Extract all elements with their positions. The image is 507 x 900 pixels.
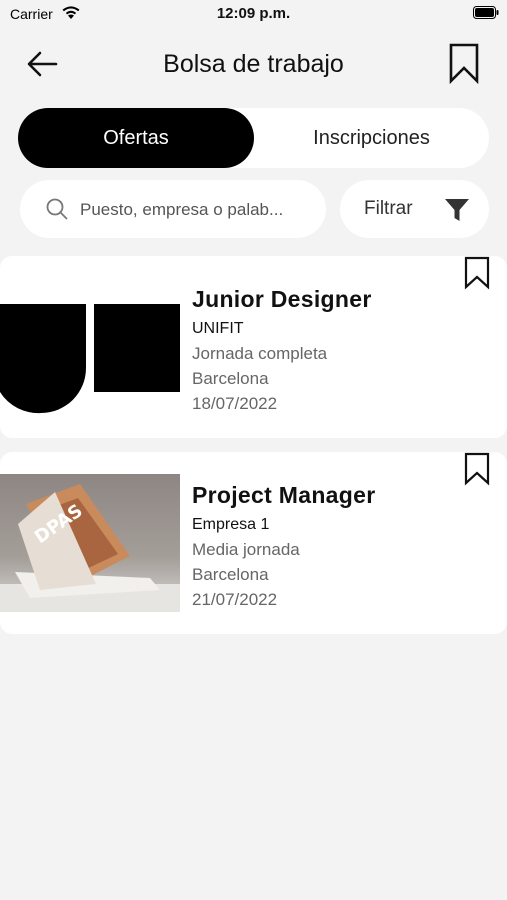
status-bar: Carrier 12:09 p.m. bbox=[0, 0, 507, 28]
nav-bar: Bolsa de trabajo bbox=[0, 36, 507, 92]
job-company: Empresa 1 bbox=[192, 516, 270, 533]
job-location: Barcelona bbox=[192, 369, 269, 388]
job-date: 21/07/2022 bbox=[192, 590, 278, 609]
job-date: 18/07/2022 bbox=[192, 394, 278, 413]
tab-ofertas[interactable]: Ofertas bbox=[18, 108, 254, 168]
job-card[interactable]: Junior Designer UNIFIT Jornada completa … bbox=[0, 256, 507, 438]
job-title: Project Manager bbox=[192, 482, 376, 508]
tab-inscripciones[interactable]: Inscripciones bbox=[254, 108, 489, 168]
search-icon bbox=[46, 198, 68, 220]
job-company: UNIFIT bbox=[192, 320, 244, 337]
search-input[interactable] bbox=[78, 195, 318, 225]
job-details: Junior Designer UNIFIT Jornada completa … bbox=[192, 286, 372, 416]
job-schedule: Media jornada bbox=[192, 540, 300, 559]
funnel-icon bbox=[445, 199, 469, 221]
bookmark-icon[interactable] bbox=[447, 42, 481, 84]
segmented-tabs: Ofertas Inscripciones bbox=[18, 108, 489, 168]
filter-button[interactable]: Filtrar bbox=[340, 180, 489, 238]
unifit-logo-image bbox=[0, 280, 180, 418]
search-bar bbox=[20, 180, 326, 238]
page-title: Bolsa de trabajo bbox=[163, 50, 344, 78]
job-details: Project Manager Empresa 1 Media jornada … bbox=[192, 482, 375, 612]
magazine-photo-image: DPAS bbox=[0, 474, 180, 612]
status-time: 12:09 p.m. bbox=[216, 5, 291, 22]
job-card[interactable]: DPAS Project Manager Empresa 1 Media jor… bbox=[0, 452, 507, 634]
job-schedule: Jornada completa bbox=[192, 344, 328, 363]
filter-label: Filtrar bbox=[364, 198, 413, 219]
battery-icon bbox=[473, 6, 499, 19]
job-title: Junior Designer bbox=[192, 286, 372, 312]
bookmark-icon[interactable] bbox=[463, 256, 491, 290]
job-location: Barcelona bbox=[192, 565, 269, 584]
bookmark-icon[interactable] bbox=[463, 452, 491, 486]
